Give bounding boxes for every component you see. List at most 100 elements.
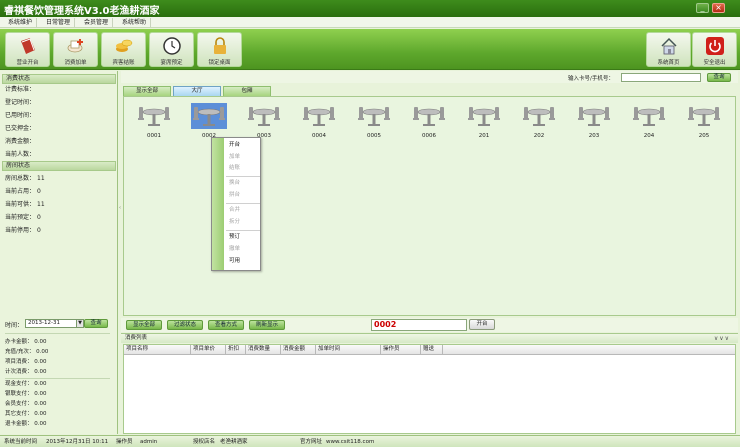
store-label: 授权店名 bbox=[193, 439, 216, 445]
date-dropdown-icon[interactable]: ▼ bbox=[76, 319, 84, 328]
tab-all[interactable]: 显示全部 bbox=[123, 86, 171, 96]
date-input[interactable]: 2013-12-31 bbox=[25, 319, 77, 328]
site-label: 官方网址 bbox=[300, 439, 323, 445]
context-menu: 开台 加单 结账 换台 拼台 合并 拆分 预订 撤单 可用 bbox=[211, 137, 261, 271]
ctx-split[interactable]: 拆分 bbox=[229, 219, 240, 226]
dining-table-0003[interactable]: 0003 bbox=[246, 103, 282, 139]
billing-standard: 计费标准： bbox=[5, 86, 36, 93]
col-quantity[interactable]: 消费数量 bbox=[246, 345, 281, 355]
close-button[interactable]: × bbox=[712, 3, 725, 13]
card-search-input[interactable] bbox=[621, 73, 701, 82]
dining-table-201[interactable]: 201 bbox=[466, 103, 502, 139]
control-row: 显示全部 过滤状态 查看方式 刷新显示 0002 开台 bbox=[121, 318, 738, 332]
time-filter: 时间： 2013-12-31 ▼ bbox=[5, 319, 84, 329]
menu-help[interactable]: 系统帮助 bbox=[118, 18, 152, 27]
disabled-rooms: 当前停用： 0 bbox=[5, 227, 41, 234]
grid-header: 项目名称 项目单价 折扣 消费数量 消费金额 加单时间 操作员 赠送 bbox=[124, 345, 735, 355]
open-table-submit-button[interactable]: 开台 bbox=[469, 319, 495, 330]
card-search-row: 输入卡号/手机号： 查询 bbox=[121, 71, 738, 83]
table-number: 201 bbox=[478, 133, 490, 139]
time-query-button[interactable]: 查询 bbox=[84, 319, 108, 328]
item-consumption: 项目消费： 0.00 bbox=[5, 359, 47, 365]
ctx-separator bbox=[226, 176, 260, 177]
dining-table-icon bbox=[136, 103, 172, 129]
ctx-cancel-order[interactable]: 撤单 bbox=[229, 246, 240, 253]
ctx-available[interactable]: 可用 bbox=[229, 258, 240, 265]
exit-button[interactable]: 安全退出 bbox=[692, 32, 737, 67]
menu-daily[interactable]: 日常管理 bbox=[42, 18, 76, 27]
available-rooms: 当前可供： 11 bbox=[5, 201, 45, 208]
divider bbox=[5, 378, 110, 379]
dining-table-0001[interactable]: 0001 bbox=[136, 103, 172, 139]
cash-payment: 现金支付： 0.00 bbox=[5, 381, 47, 387]
dining-table-205[interactable]: 205 bbox=[686, 103, 722, 139]
toolbar: 营业开台 消费加单 宾客结账 宴席预定 锁定桌面 系统首页 安全退出 bbox=[0, 29, 740, 70]
card-issue-amount: 办卡金额： 0.00 bbox=[5, 339, 47, 345]
ctx-open-table[interactable]: 开台 bbox=[229, 142, 240, 149]
ctx-share-table[interactable]: 拼台 bbox=[229, 192, 240, 199]
consumption-list-title: 消费列表 bbox=[125, 335, 148, 341]
dining-table-icon bbox=[631, 103, 667, 129]
add-order-label: 消费加单 bbox=[64, 60, 87, 66]
time-value: 2013年12月31日 10:11 bbox=[46, 439, 109, 445]
table-number: 0004 bbox=[312, 133, 326, 139]
dining-table-203[interactable]: 203 bbox=[576, 103, 612, 139]
ctx-add-order[interactable]: 加单 bbox=[229, 154, 240, 161]
dining-table-0004[interactable]: 0004 bbox=[301, 103, 337, 139]
divider bbox=[5, 333, 110, 334]
card-search-label: 输入卡号/手机号： bbox=[568, 76, 614, 82]
dining-table-0006[interactable]: 0006 bbox=[411, 103, 447, 139]
refresh-button[interactable]: 刷新显示 bbox=[249, 320, 285, 330]
minimize-button[interactable]: _ bbox=[696, 3, 709, 13]
dining-table-0005[interactable]: 0005 bbox=[356, 103, 392, 139]
dining-table-202[interactable]: 202 bbox=[521, 103, 557, 139]
show-all-button[interactable]: 显示全部 bbox=[126, 320, 162, 330]
col-operator[interactable]: 操作员 bbox=[381, 345, 421, 355]
col-order-time[interactable]: 加单时间 bbox=[316, 345, 381, 355]
tab-hall[interactable]: 大厅 bbox=[173, 86, 221, 96]
dining-table-icon bbox=[686, 103, 722, 129]
view-mode-button[interactable]: 查看方式 bbox=[208, 320, 244, 330]
dining-table-icon bbox=[411, 103, 447, 129]
dining-table-0002[interactable]: 0002 bbox=[191, 103, 227, 139]
home-button[interactable]: 系统首页 bbox=[646, 32, 691, 67]
menu-system[interactable]: 系统维护 bbox=[4, 18, 38, 27]
current-guests: 当前人数： bbox=[5, 151, 36, 158]
ctx-separator bbox=[226, 230, 260, 231]
dining-table-204[interactable]: 204 bbox=[631, 103, 667, 139]
open-table-button[interactable]: 营业开台 bbox=[5, 32, 50, 67]
col-unit-price[interactable]: 项目单价 bbox=[191, 345, 226, 355]
left-panel: 消费状态 计费标准： 登记时间： 已用时间： 已交押金： 消费金额： 当前人数：… bbox=[0, 71, 118, 434]
ctx-reserve[interactable]: 预订 bbox=[229, 234, 240, 241]
reserved-rooms: 当前预定： 0 bbox=[5, 214, 41, 221]
consumption-grid: 项目名称 项目单价 折扣 消费数量 消费金额 加单时间 操作员 赠送 bbox=[123, 344, 736, 434]
room-status-header: 房间状态 bbox=[2, 161, 116, 171]
card-search-button[interactable]: 查询 bbox=[707, 73, 731, 82]
add-order-button[interactable]: 消费加单 bbox=[53, 32, 98, 67]
filter-status-button[interactable]: 过滤状态 bbox=[167, 320, 203, 330]
card-refund-amount: 退卡金额： 0.00 bbox=[5, 421, 47, 427]
total-rooms: 房间总数： 11 bbox=[5, 175, 45, 182]
table-number-input[interactable]: 0002 bbox=[371, 319, 467, 331]
collapse-icon[interactable]: ∨∨∨ bbox=[714, 334, 730, 343]
context-menu-strip bbox=[212, 138, 224, 270]
tab-private-room[interactable]: 包厢 bbox=[223, 86, 271, 96]
unionpay-payment: 银联支付： 0.00 bbox=[5, 391, 47, 397]
dining-table-icon bbox=[356, 103, 392, 129]
checkout-button[interactable]: 宾客结账 bbox=[101, 32, 146, 67]
menu-member[interactable]: 会员管理 bbox=[80, 18, 114, 27]
status-bar: 系统当前时间 2013年12月31日 10:11 操作员 admin 授权店名 … bbox=[0, 435, 740, 447]
operator-value: admin bbox=[140, 439, 158, 445]
reservation-button[interactable]: 宴席预定 bbox=[149, 32, 194, 67]
coins-icon bbox=[115, 39, 132, 52]
checkout-label: 宾客结账 bbox=[112, 60, 135, 66]
lock-desk-button[interactable]: 锁定桌面 bbox=[197, 32, 242, 67]
dining-table-icon bbox=[466, 103, 502, 129]
ctx-checkout[interactable]: 结账 bbox=[229, 165, 240, 172]
col-amount[interactable]: 消费金额 bbox=[281, 345, 316, 355]
col-item-name[interactable]: 项目名称 bbox=[124, 345, 191, 355]
ctx-change-table[interactable]: 换台 bbox=[229, 180, 240, 187]
col-discount[interactable]: 折扣 bbox=[226, 345, 246, 355]
col-gift[interactable]: 赠送 bbox=[421, 345, 443, 355]
ctx-merge[interactable]: 合并 bbox=[229, 207, 240, 214]
